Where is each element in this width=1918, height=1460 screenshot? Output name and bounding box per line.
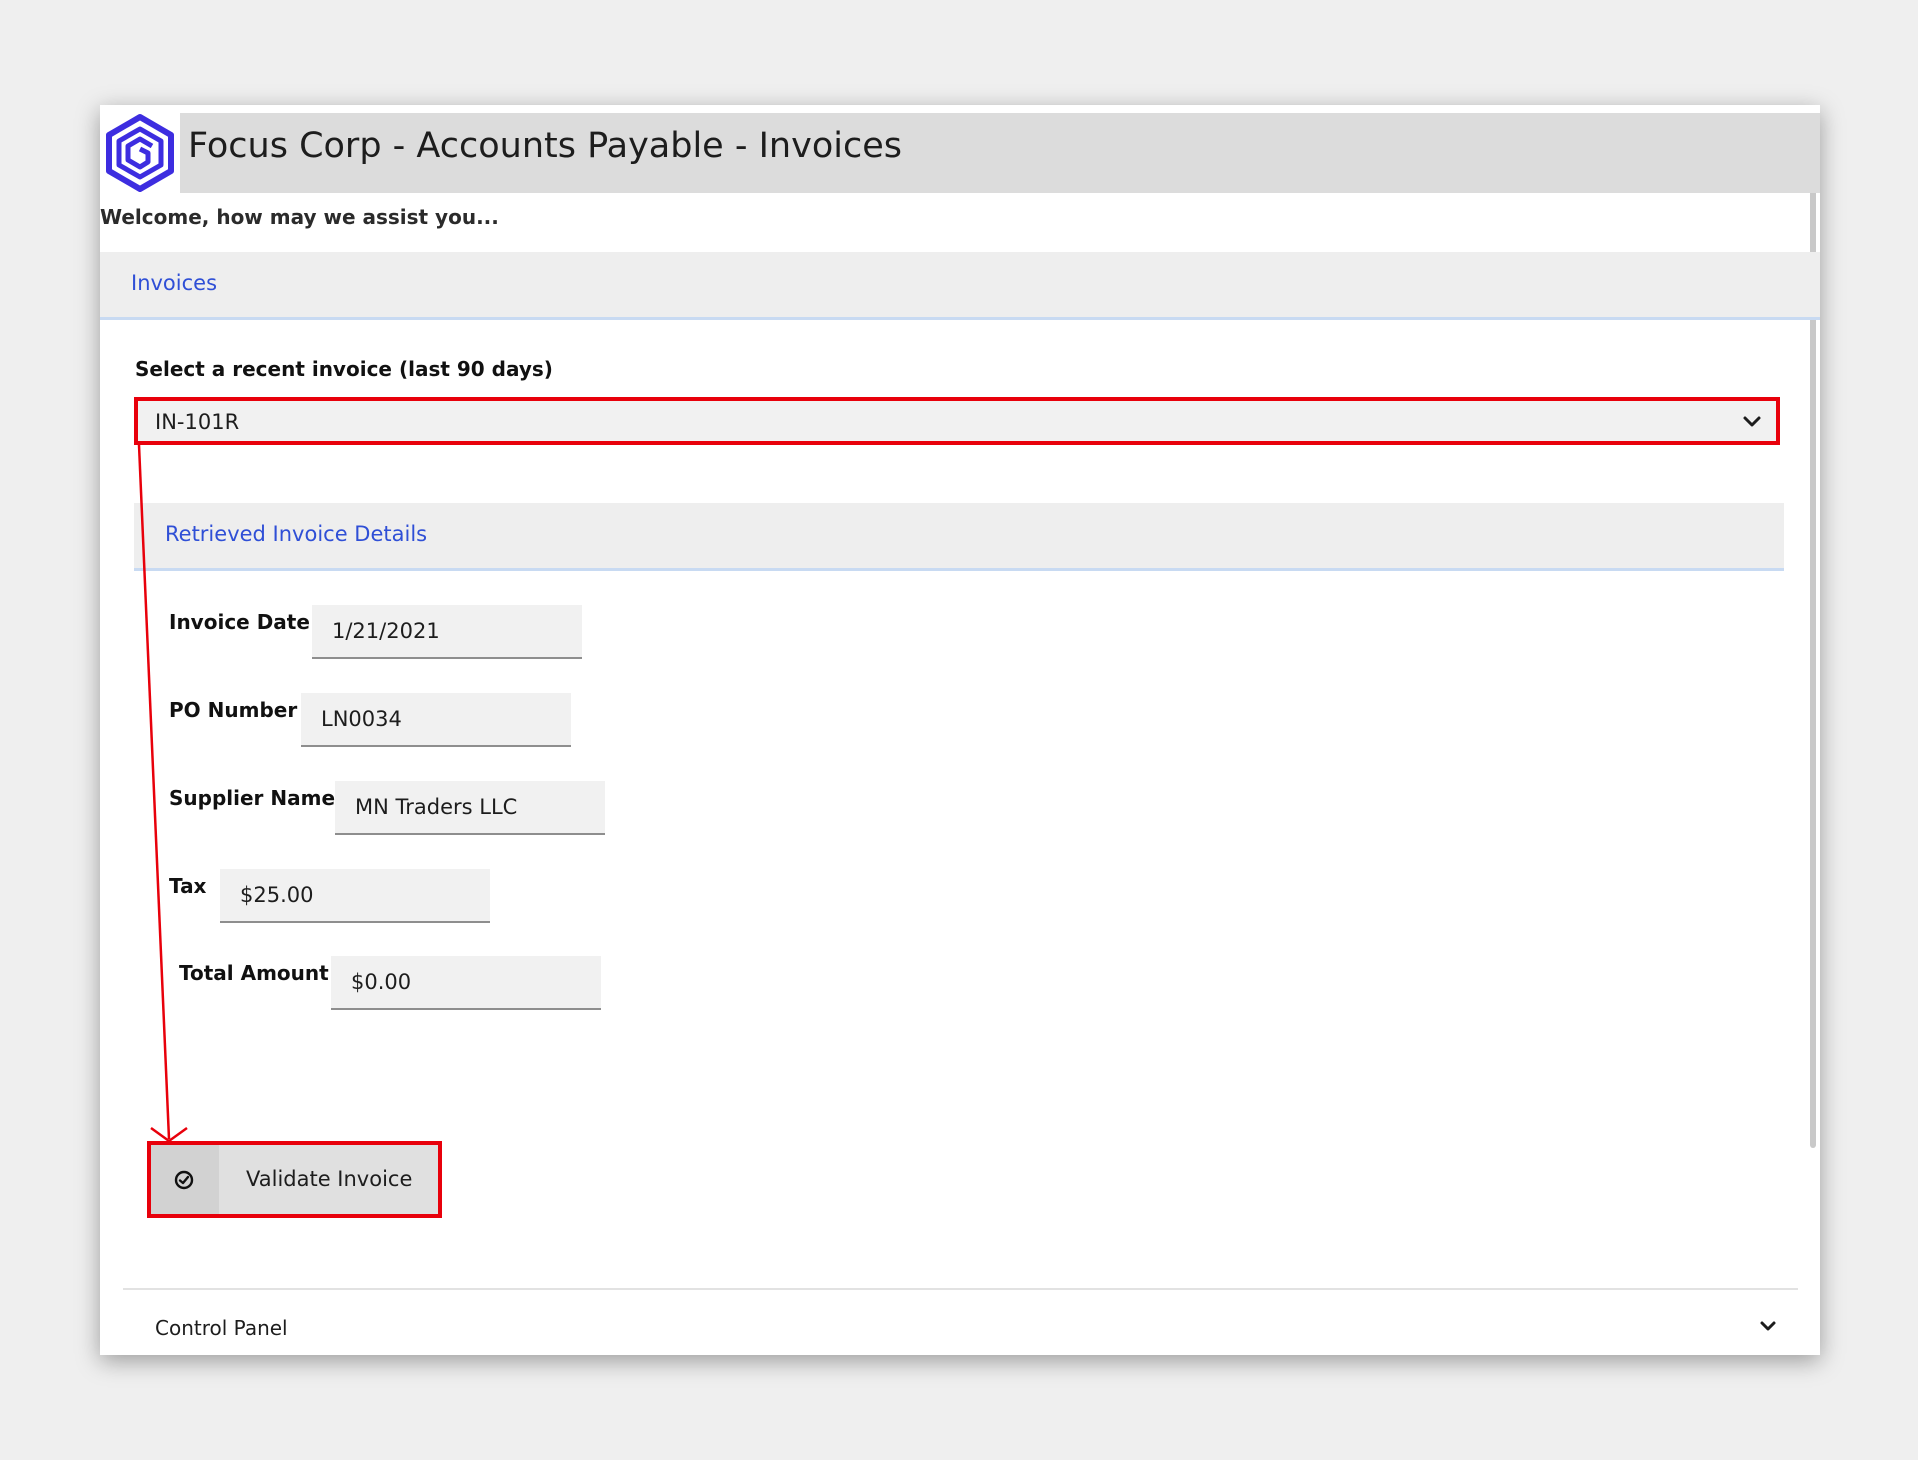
invoice-details-panel: Retrieved Invoice Details: [134, 503, 1784, 571]
invoice-select-value: IN-101R: [155, 410, 240, 434]
validate-icon-container: [151, 1145, 219, 1214]
po-number-field[interactable]: [301, 693, 571, 747]
validate-invoice-button[interactable]: Validate Invoice: [147, 1141, 442, 1218]
hexagon-logo-icon: [100, 113, 180, 193]
validate-invoice-label: Validate Invoice: [246, 1167, 413, 1191]
control-panel-toggle[interactable]: Control Panel: [123, 1290, 1798, 1355]
tab-invoices[interactable]: Invoices: [131, 271, 217, 295]
app-window: Focus Corp - Accounts Payable - Invoices…: [100, 105, 1820, 1355]
supplier-name-label: Supplier Name: [169, 786, 336, 810]
invoice-select[interactable]: IN-101R: [134, 397, 1780, 445]
tab-bar: Invoices: [100, 252, 1820, 320]
chevron-down-icon: [1743, 416, 1761, 427]
control-panel-label: Control Panel: [155, 1316, 288, 1340]
app-header: Focus Corp - Accounts Payable - Invoices: [100, 113, 1820, 193]
po-number-label: PO Number: [169, 698, 298, 722]
welcome-message: Welcome, how may we assist you...: [100, 205, 499, 229]
tax-label: Tax: [169, 874, 207, 898]
invoice-select-label: Select a recent invoice (last 90 days): [135, 357, 553, 381]
tax-field[interactable]: [220, 869, 490, 923]
total-amount-label: Total Amount: [179, 961, 329, 985]
invoice-date-label: Invoice Date: [169, 610, 310, 634]
total-amount-field[interactable]: [331, 956, 601, 1010]
details-title: Retrieved Invoice Details: [165, 522, 428, 546]
check-circle-icon: [174, 1170, 194, 1190]
invoice-date-field[interactable]: [312, 605, 582, 659]
app-title: Focus Corp - Accounts Payable - Invoices: [188, 126, 902, 166]
supplier-name-field[interactable]: [335, 781, 605, 835]
chevron-down-icon: [1760, 1321, 1776, 1331]
